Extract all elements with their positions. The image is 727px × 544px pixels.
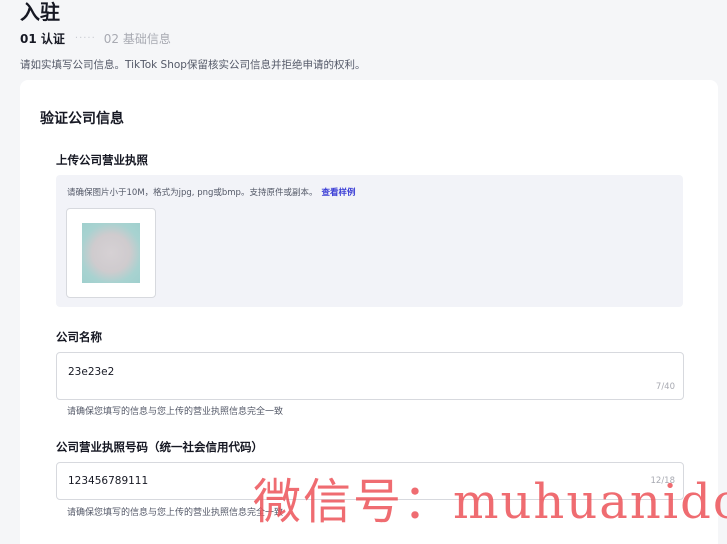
upload-hint: 请确保图片小于10M，格式为jpg, png或bmp。支持原件或副本。 查看样例 <box>67 186 355 198</box>
page: 入驻 01 认证 ····· 02 基础信息 请如实填写公司信息。TikTok … <box>0 0 727 544</box>
company-name-helper: 请确保您填写的信息与您上传的营业执照信息完全一致 <box>67 407 284 417</box>
license-thumbnail[interactable] <box>66 208 156 298</box>
license-number-value: 123456789111 <box>68 475 149 487</box>
card-title: 验证公司信息 <box>40 111 124 127</box>
step-indicator: 01 认证 ····· 02 基础信息 <box>20 30 171 46</box>
page-title: 入驻 <box>20 0 60 24</box>
company-name-input[interactable]: 23e23e2 7/40 <box>56 352 684 400</box>
company-name-value: 23e23e2 <box>68 366 115 378</box>
license-image <box>82 223 140 283</box>
license-upload-area: 请确保图片小于10M，格式为jpg, png或bmp。支持原件或副本。 查看样例 <box>56 175 683 307</box>
notice-text: 请如实填写公司信息。TikTok Shop保留核实公司信息并拒绝申请的权利。 <box>20 59 366 71</box>
watermark-text: 微信号：muhuanidc <box>253 474 727 530</box>
license-number-label: 公司营业执照号码（统一社会信用代码） <box>56 440 263 454</box>
upload-hint-text: 请确保图片小于10M，格式为jpg, png或bmp。支持原件或副本。 <box>67 188 318 198</box>
company-name-char-count: 7/40 <box>655 382 675 392</box>
company-name-label: 公司名称 <box>56 330 102 344</box>
step-1-label: 01 认证 <box>20 31 65 46</box>
step-separator: ····· <box>74 32 96 44</box>
view-example-link[interactable]: 查看样例 <box>321 188 355 198</box>
license-upload-label: 上传公司营业执照 <box>56 153 148 167</box>
step-2-label: 02 基础信息 <box>103 31 171 46</box>
license-number-helper: 请确保您填写的信息与您上传的营业执照信息完全一致 <box>67 508 284 518</box>
